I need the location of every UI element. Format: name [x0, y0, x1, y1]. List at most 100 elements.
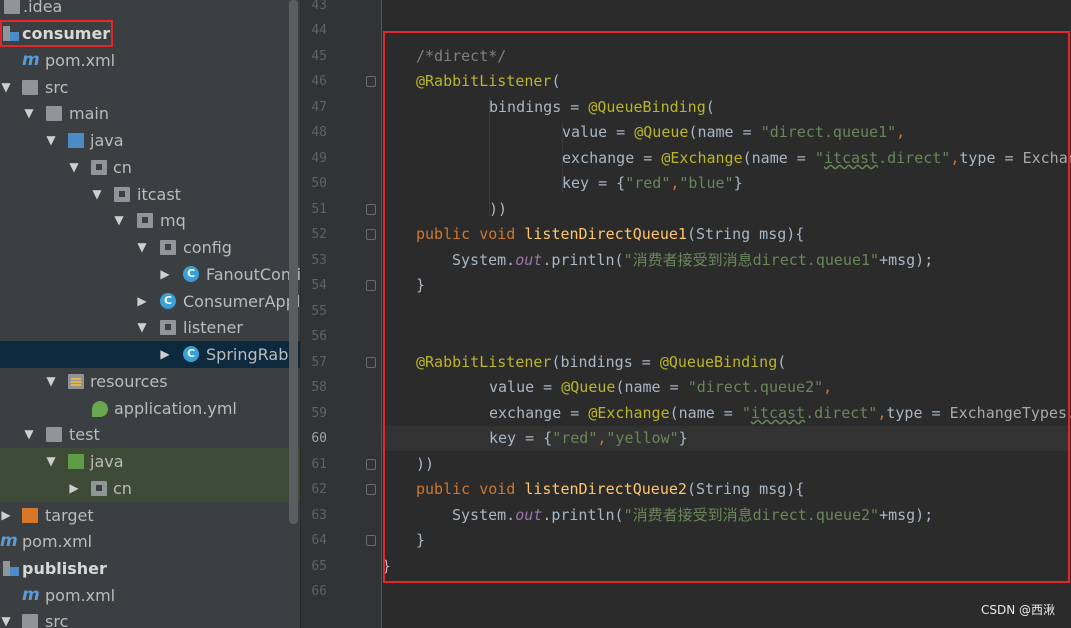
watermark: CSDN @西湫 [980, 603, 1055, 617]
chevron-down-icon[interactable]: ▼ [45, 368, 57, 395]
tree-item-mq[interactable]: ▼ mq [0, 207, 300, 234]
line-number: 53 [311, 253, 327, 268]
tree-item-label: mq [160, 211, 186, 230]
maven-icon: m [22, 50, 40, 70]
tree-item-consumerapplication[interactable]: ▶ C ConsumerApplication [0, 288, 300, 315]
code-line-58: value = @Queue(name = "direct.queue2", [489, 378, 833, 396]
tree-item-label: target [45, 506, 94, 525]
tree-item-label: listener [183, 318, 243, 337]
tree-item-springrabbitlistener[interactable]: ▶ C SpringRabbitListener [0, 341, 300, 368]
tree-item-publisher[interactable]: publisher [0, 555, 300, 582]
chevron-down-icon[interactable]: ▼ [136, 234, 148, 261]
tree-item-label: SpringRabbitListener [206, 345, 300, 364]
tree-item-main[interactable]: ▼ main [0, 100, 300, 127]
folder-icon [4, 0, 20, 14]
code-line-61: )) [416, 455, 435, 473]
tree-item-pom[interactable]: m pom.xml [0, 47, 300, 74]
code-line-62: public void listenDirectQueue2(String ms… [416, 480, 805, 498]
code-line-65: } [382, 557, 392, 575]
code-line-53: System.out.println("消费者接受到消息direct.queue… [452, 251, 934, 269]
tree-item-target[interactable]: ▶ target [0, 502, 300, 529]
code-line-48: value = @Queue(name = "direct.queue1", [562, 123, 906, 141]
line-number: 59 [311, 406, 327, 421]
module-icon [3, 26, 19, 41]
chevron-right-icon[interactable]: ▶ [136, 288, 148, 315]
line-number: 62 [311, 482, 327, 497]
tree-scrollbar[interactable] [289, 0, 298, 524]
code-line-57: @RabbitListener(bindings = @QueueBinding… [416, 353, 787, 371]
fold-marker-icon[interactable] [366, 280, 376, 291]
chevron-right-icon[interactable]: ▶ [159, 261, 171, 288]
chevron-down-icon[interactable]: ▼ [23, 100, 35, 127]
chevron-right-icon[interactable]: ▶ [159, 341, 171, 368]
tree-item-publisher-src[interactable]: ▼ src [0, 608, 300, 628]
tree-item-label: consumer [22, 24, 111, 43]
package-icon [91, 481, 107, 496]
test-folder-icon [68, 454, 84, 469]
tree-item-publisher-pom[interactable]: m pom.xml [0, 582, 300, 609]
fold-marker-icon[interactable] [366, 229, 376, 240]
tree-item-label: FanoutConfig [206, 265, 300, 284]
tree-item-java[interactable]: ▼ java [0, 127, 300, 154]
line-number: 49 [311, 151, 327, 166]
code-line-47: bindings = @QueueBinding( [489, 98, 715, 116]
tree-item-label: test [69, 425, 100, 444]
tree-item-label: pom.xml [45, 586, 116, 605]
tree-item-test-cn[interactable]: ▶ cn [0, 475, 300, 502]
chevron-right-icon[interactable]: ▶ [0, 502, 12, 529]
folder-icon [22, 614, 38, 628]
line-number: 66 [311, 584, 327, 599]
tree-item-cn[interactable]: ▼ cn [0, 154, 300, 181]
fold-marker-icon[interactable] [366, 535, 376, 546]
package-icon [160, 240, 176, 255]
chevron-down-icon[interactable]: ▼ [45, 448, 57, 475]
chevron-down-icon[interactable]: ▼ [23, 421, 35, 448]
current-line-highlight [382, 426, 1071, 451]
tree-item-label: publisher [22, 559, 107, 578]
code-line-54: } [416, 276, 426, 294]
spring-class-icon: C [160, 293, 176, 309]
tree-item-label: config [183, 238, 232, 257]
chevron-down-icon[interactable]: ▼ [113, 207, 125, 234]
line-number: 45 [311, 49, 327, 64]
tree-item-root-pom[interactable]: m pom.xml [0, 528, 300, 555]
maven-icon: m [0, 531, 18, 551]
code-editor[interactable]: /*direct*/ @RabbitListener( bindings = @… [382, 0, 1071, 628]
chevron-down-icon[interactable]: ▼ [45, 127, 57, 154]
line-number: 51 [311, 202, 327, 217]
tree-item-itcast[interactable]: ▼ itcast [0, 181, 300, 208]
fold-marker-icon[interactable] [366, 357, 376, 368]
tree-item-listener[interactable]: ▼ listener [0, 314, 300, 341]
line-number: 54 [311, 278, 327, 293]
package-icon [114, 187, 130, 202]
chevron-down-icon[interactable]: ▼ [68, 154, 80, 181]
chevron-down-icon[interactable]: ▼ [91, 181, 103, 208]
tree-item-src[interactable]: ▼ src [0, 74, 300, 101]
spring-config-icon [92, 401, 108, 417]
chevron-down-icon[interactable]: ▼ [0, 74, 12, 101]
line-number: 58 [311, 380, 327, 395]
tree-item-resources[interactable]: ▼ resources [0, 368, 300, 395]
tree-item-fanoutconfig[interactable]: ▶ C FanoutConfig [0, 261, 300, 288]
tree-item-label: main [69, 104, 109, 123]
chevron-down-icon[interactable]: ▼ [0, 608, 12, 628]
code-line-60: key = {"red","yellow"} [489, 429, 688, 447]
fold-marker-icon[interactable] [366, 204, 376, 215]
tree-item-application-yml[interactable]: application.yml [0, 395, 300, 422]
fold-marker-icon[interactable] [366, 459, 376, 470]
fold-marker-icon[interactable] [366, 76, 376, 87]
tree-item-consumer[interactable]: consumer [0, 20, 300, 47]
tree-item-config[interactable]: ▼ config [0, 234, 300, 261]
tree-item-label: src [45, 78, 69, 97]
chevron-down-icon[interactable]: ▼ [136, 314, 148, 341]
tree-item-test-java[interactable]: ▼ java [0, 448, 300, 475]
resources-folder-icon [68, 374, 84, 389]
chevron-right-icon[interactable]: ▶ [68, 475, 80, 502]
line-number: 65 [311, 559, 327, 574]
line-number: 46 [311, 74, 327, 89]
fold-marker-icon[interactable] [366, 484, 376, 495]
tree-item-label: pom.xml [22, 532, 93, 551]
code-line-46: @RabbitListener( [416, 72, 561, 90]
tree-item-idea[interactable]: .idea [0, 0, 300, 20]
tree-item-test[interactable]: ▼ test [0, 421, 300, 448]
